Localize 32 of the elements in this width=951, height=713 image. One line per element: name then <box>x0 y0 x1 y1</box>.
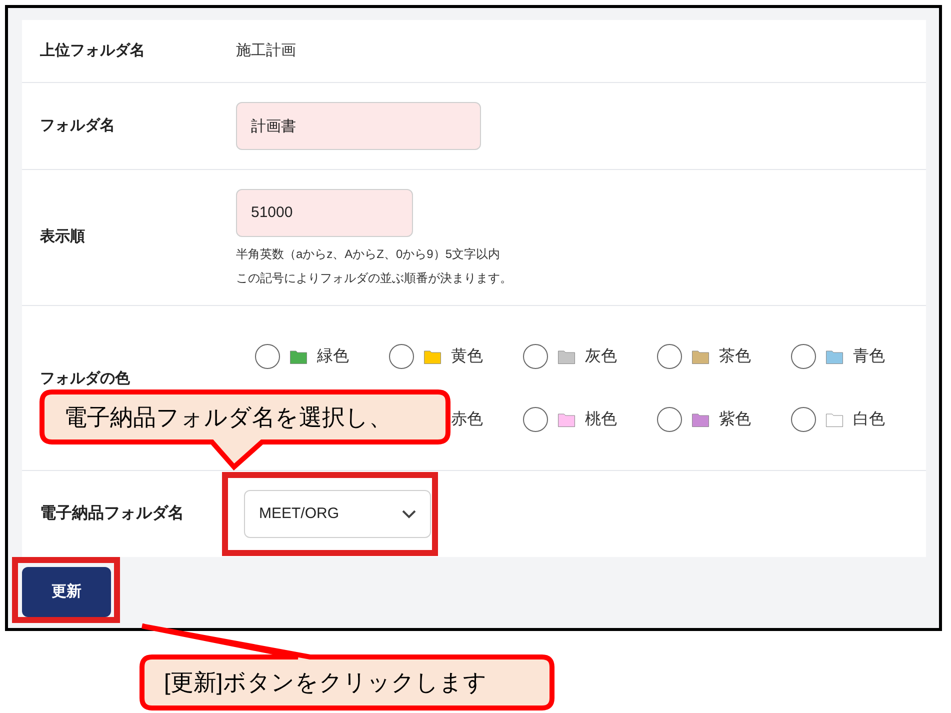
callout-text: 電子納品フォルダ名を選択し、 <box>64 403 392 432</box>
option-label: 白色 <box>853 410 885 430</box>
option-label: 緑色 <box>317 346 349 366</box>
input-field[interactable]: 51000 <box>236 188 413 236</box>
input-field[interactable]: 計画書 <box>236 102 481 150</box>
field-label: 表示順 <box>39 227 86 248</box>
option-label: 紫色 <box>719 410 751 430</box>
update-button[interactable]: 更新 <box>22 567 111 617</box>
callout-text: [更新]ボタンをクリックします <box>164 668 487 697</box>
radio-button[interactable] <box>657 407 682 432</box>
option-label: 桃色 <box>585 410 617 430</box>
field-label: 電子納品フォルダ名 <box>39 504 185 524</box>
radio-button[interactable] <box>791 344 816 369</box>
option-label: 黄色 <box>451 346 483 366</box>
radio-button[interactable] <box>389 344 414 369</box>
field-value: 施工計画 <box>236 40 296 61</box>
chevron-down-icon <box>402 510 416 518</box>
radio-button[interactable] <box>255 344 280 369</box>
radio-button[interactable] <box>791 407 816 432</box>
select-field[interactable]: MEET/ORG <box>244 490 431 538</box>
option-label: 灰色 <box>585 346 617 366</box>
hint-text: 半角英数（aからz、AからZ、0から9）5文字以内 <box>236 246 502 262</box>
radio-button[interactable] <box>657 344 682 369</box>
field-label: フォルダ名 <box>39 116 116 136</box>
field-label: フォルダの色 <box>39 369 131 389</box>
option-label: 青色 <box>853 346 885 366</box>
option-label: 赤色 <box>451 410 483 430</box>
option-label: 茶色 <box>719 346 751 366</box>
field-label: 上位フォルダ名 <box>39 40 146 61</box>
radio-button[interactable] <box>523 407 548 432</box>
hint-text: この記号によりフォルダの並ぶ順番が決まります。 <box>236 270 512 286</box>
radio-button[interactable] <box>523 344 548 369</box>
